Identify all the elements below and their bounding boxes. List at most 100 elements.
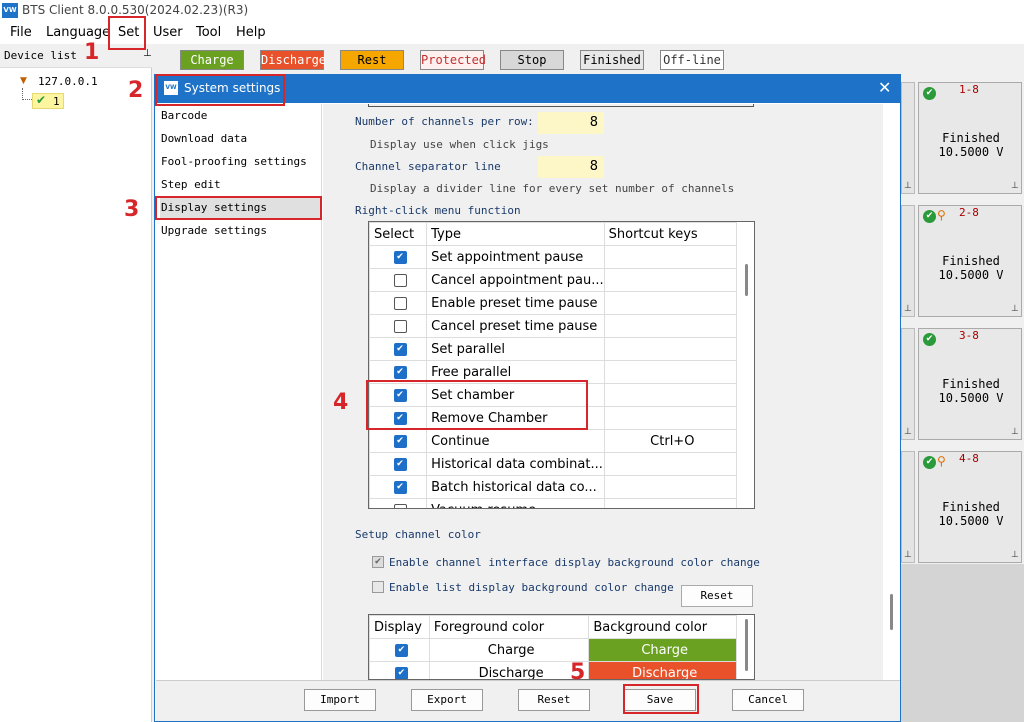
shortcut-cell — [603, 498, 738, 508]
channel-strip[interactable]: ⊥ — [901, 82, 915, 194]
color-reset-button[interactable]: Reset — [681, 585, 753, 607]
col-shortcut: Shortcut keys — [603, 222, 738, 246]
table-row[interactable]: Enable preset time pause — [369, 291, 738, 315]
legend-rest: Rest — [340, 50, 404, 70]
legend-finished: Finished — [580, 50, 644, 70]
channel-card[interactable]: ✔ ⚲ 4-8 Finished 10.5000 V ⊥ — [918, 451, 1022, 563]
type-cell: Cancel preset time pause — [426, 314, 605, 338]
nav-upgrade-settings[interactable]: Upgrade settings — [160, 221, 320, 241]
table-row[interactable]: ✔ Historical data combinat... — [369, 452, 738, 476]
scrollbar-thumb[interactable] — [745, 264, 748, 296]
pin-icon: ⊥ — [1011, 550, 1019, 560]
channel-id: 3-8 — [959, 329, 979, 342]
ok-icon: ✔ — [923, 333, 936, 346]
shortcut-cell — [603, 360, 738, 384]
table-row[interactable]: ✔ Batch historical data co... — [369, 475, 738, 499]
select-checkbox[interactable] — [393, 319, 407, 333]
table-row[interactable]: Cancel appointment pau... — [369, 268, 738, 292]
shortcut-cell — [603, 406, 738, 430]
table-row[interactable]: Vacuum resume — [369, 498, 738, 508]
select-checkbox[interactable] — [393, 503, 407, 508]
table-row[interactable]: ✔ Set appointment pause — [369, 245, 738, 269]
foreground-cell[interactable]: Charge — [428, 638, 590, 662]
annotation-number: 4 — [333, 390, 349, 415]
title-bar: VW BTS Client 8.0.0.530(2024.02.23)(R3) — [0, 0, 1024, 22]
channel-strip[interactable]: ⊥ — [901, 451, 915, 563]
select-checkbox[interactable] — [393, 296, 407, 310]
ok-icon: ✔ — [923, 87, 936, 100]
background-cell[interactable]: Charge — [588, 638, 737, 662]
menu-language[interactable]: Language — [46, 25, 110, 40]
legend-stop: Stop — [500, 50, 564, 70]
table-row[interactable]: Cancel preset time pause — [369, 314, 738, 338]
cancel-button[interactable]: Cancel — [732, 689, 804, 711]
channels-per-row-label: Number of channels per row: — [355, 115, 534, 128]
nav-download-data[interactable]: Download data — [160, 129, 320, 149]
close-icon[interactable]: ✕ — [878, 78, 891, 97]
table-row[interactable]: ✔ Set parallel — [369, 337, 738, 361]
select-checkbox[interactable] — [393, 273, 407, 287]
content-scrollbar[interactable] — [890, 594, 893, 630]
app-icon: VW — [2, 3, 18, 18]
select-checkbox[interactable]: ✔ — [393, 342, 407, 356]
channel-status: Finished — [942, 377, 1000, 391]
channels-per-row-input[interactable]: 8 — [538, 112, 604, 134]
col-foreground: Foreground color — [428, 615, 590, 639]
reset-button[interactable]: Reset — [518, 689, 590, 711]
foreground-cell[interactable]: Discharge — [428, 661, 590, 679]
channel-id: 1-8 — [959, 83, 979, 96]
right-click-table: Select Type Shortcut keys ✔ Set appointme… — [368, 221, 755, 509]
separator-input[interactable]: 8 — [538, 156, 604, 178]
device-node[interactable]: ✔ 1 — [32, 93, 64, 109]
select-checkbox[interactable]: ✔ — [393, 480, 407, 494]
shortcut-cell — [603, 245, 738, 269]
scrollbar-thumb[interactable] — [745, 619, 748, 671]
window-title: BTS Client 8.0.0.530(2024.02.23)(R3) — [22, 3, 249, 17]
select-checkbox[interactable]: ✔ — [393, 434, 407, 448]
shortcut-cell — [603, 268, 738, 292]
shortcut-cell: Ctrl+O — [603, 429, 738, 453]
nav-barcode[interactable]: Barcode — [160, 106, 320, 126]
background-cell[interactable]: Discharge — [588, 661, 737, 679]
shortcut-cell — [603, 383, 738, 407]
col-background: Background color — [588, 615, 737, 639]
legend-offline: Off-line — [660, 50, 724, 70]
annotation-number: 5 — [570, 660, 586, 685]
menu-file[interactable]: File — [10, 25, 32, 40]
display-checkbox[interactable]: ✔ — [394, 666, 408, 679]
channel-area-empty — [900, 564, 1024, 722]
nav-fool-proofing[interactable]: Fool-proofing settings — [160, 152, 320, 172]
display-checkbox[interactable]: ✔ — [394, 643, 408, 657]
menu-help[interactable]: Help — [236, 25, 266, 40]
shortcut-cell — [603, 291, 738, 315]
legend-protected: Protected — [420, 50, 486, 70]
channel-card[interactable]: ✔ ⚲ 2-8 Finished 10.5000 V ⊥ — [918, 205, 1022, 317]
menu-user[interactable]: User — [153, 25, 183, 40]
nav-step-edit[interactable]: Step edit — [160, 175, 320, 195]
export-button[interactable]: Export — [411, 689, 483, 711]
shortcut-cell — [603, 314, 738, 338]
select-checkbox[interactable]: ✔ — [393, 250, 407, 264]
col-type: Type — [426, 222, 605, 246]
channel-strip[interactable]: ⊥ — [901, 328, 915, 440]
color-row[interactable]: ✔ Discharge Discharge — [369, 661, 737, 679]
type-cell: Cancel appointment pau... — [426, 268, 605, 292]
highlight-save-button — [623, 684, 699, 714]
import-button[interactable]: Import — [304, 689, 376, 711]
table-row[interactable]: ✔ Continue Ctrl+O — [369, 429, 738, 453]
legend-charge: Charge — [180, 50, 244, 70]
channel-card[interactable]: ✔ 3-8 Finished 10.5000 V ⊥ — [918, 328, 1022, 440]
select-checkbox[interactable]: ✔ — [393, 457, 407, 471]
expand-icon[interactable]: ▼ — [20, 76, 27, 86]
select-checkbox[interactable]: ✔ — [393, 365, 407, 379]
menu-tool[interactable]: Tool — [196, 25, 221, 40]
enable-iface-bg-checkbox[interactable]: ✔ — [372, 556, 384, 568]
enable-list-bg-checkbox[interactable] — [372, 581, 384, 593]
color-row[interactable]: ✔ Charge Charge — [369, 638, 737, 662]
channel-strip[interactable]: ⊥ — [901, 205, 915, 317]
menu-bar: File Language Set User Tool Help — [0, 22, 1024, 44]
device-ip[interactable]: 127.0.0.1 — [38, 75, 98, 88]
type-cell: Vacuum resume — [426, 498, 605, 508]
channel-status: Finished — [942, 254, 1000, 268]
channel-card[interactable]: ✔ 1-8 Finished 10.5000 V ⊥ — [918, 82, 1022, 194]
